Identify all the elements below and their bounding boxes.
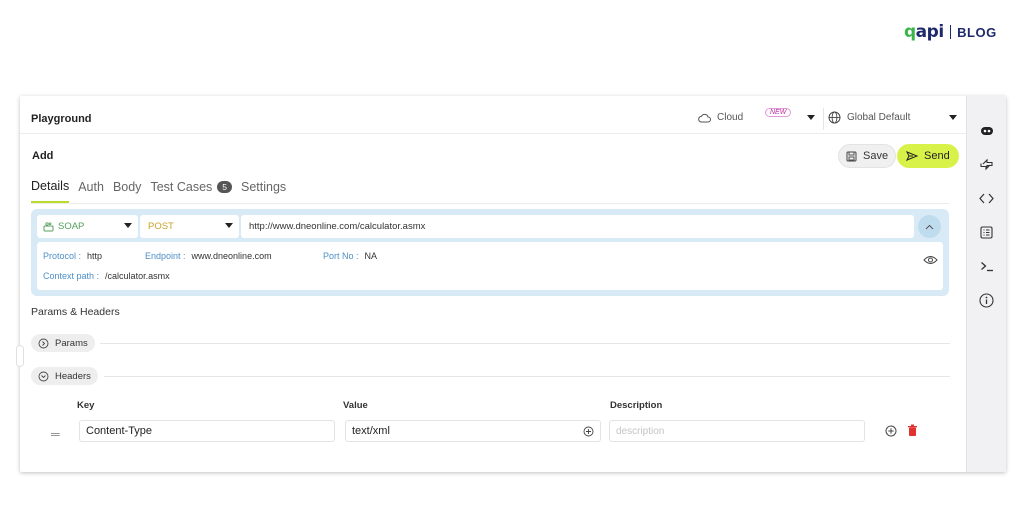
url-panel: SOAP POST http://www.dneonline.com/calcu…: [31, 209, 949, 296]
globe-icon: [828, 111, 841, 124]
environment-dropdown-caret-icon[interactable]: [949, 115, 957, 120]
side-panel-handle[interactable]: [16, 345, 24, 367]
delete-row-icon[interactable]: [907, 424, 918, 437]
header-description-placeholder: description: [616, 425, 665, 437]
protocol-select[interactable]: SOAP: [37, 215, 138, 238]
tab-settings-label: Settings: [241, 180, 287, 194]
url-input[interactable]: http://www.dneonline.com/calculator.asmx: [241, 215, 914, 238]
url-value: http://www.dneonline.com/calculator.asmx: [249, 221, 426, 232]
params-divider: [100, 343, 950, 344]
send-icon: [906, 151, 918, 161]
header-key-input[interactable]: Content-Type: [79, 420, 335, 442]
add-row-icon[interactable]: [885, 425, 897, 437]
drag-handle-icon[interactable]: ═: [51, 427, 60, 441]
tab-settings[interactable]: Settings: [241, 179, 286, 203]
tab-body[interactable]: Body: [113, 179, 142, 203]
headers-label: Headers: [55, 370, 91, 382]
save-label: Save: [863, 150, 889, 162]
protocol-value: SOAP: [58, 221, 85, 232]
port-detail: Port No : NA: [323, 251, 377, 261]
tab-details-label: Details: [31, 179, 70, 193]
port-detail-value: NA: [364, 251, 378, 261]
header-key-value: Content-Type: [86, 425, 153, 437]
collapse-details-button[interactable]: [918, 215, 941, 238]
cloud-icon: [698, 113, 711, 123]
tab-auth-label: Auth: [78, 180, 104, 194]
description-column-header: Description: [610, 400, 663, 411]
send-label: Send: [924, 150, 950, 162]
save-button[interactable]: Save: [838, 144, 897, 168]
right-sidebar: [966, 96, 1006, 472]
headers-divider: [104, 376, 950, 377]
qapi-logo-mark: qapi: [904, 22, 944, 42]
context-path-detail: Context path : /calculator.asmx: [43, 271, 170, 281]
cloud-dropdown-caret-icon[interactable]: [807, 115, 815, 120]
params-label: Params: [55, 337, 88, 349]
request-tabs: Details Auth Body Test Cases 5 Settings: [31, 179, 286, 203]
header-value-input[interactable]: text/xml: [345, 420, 601, 442]
request-title: Add: [32, 150, 54, 162]
save-icon: [846, 151, 857, 161]
endpoint-detail: Endpoint : www.dneonline.com: [145, 251, 272, 261]
app-window: Playground Cloud NEW Global Default Add …: [16, 96, 1006, 472]
params-headers-title: Params & Headers: [31, 306, 120, 318]
new-badge: NEW: [765, 108, 792, 117]
method-value: POST: [148, 221, 174, 232]
method-select[interactable]: POST: [140, 215, 239, 238]
blog-logo: qapi BLOG: [904, 22, 997, 42]
main-panel: Playground Cloud NEW Global Default Add …: [16, 96, 966, 472]
tabs-divider: [31, 203, 949, 204]
header-description-input[interactable]: description: [609, 420, 865, 442]
endpoint-details: Protocol : http Endpoint : www.dneonline.c…: [37, 242, 943, 290]
info-icon[interactable]: [977, 290, 997, 310]
tab-test-cases-label: Test Cases: [150, 180, 213, 194]
eye-icon[interactable]: [923, 255, 938, 265]
value-column-header: Value: [343, 400, 368, 411]
terminal-icon[interactable]: [977, 256, 997, 276]
headers-toggle[interactable]: Headers: [31, 367, 98, 385]
code-icon[interactable]: [977, 188, 997, 208]
endpoint-detail-value: www.dneonline.com: [191, 251, 272, 261]
protocol-detail: Protocol : http: [43, 251, 102, 261]
logo-blog-label: BLOG: [957, 24, 997, 40]
tab-auth[interactable]: Auth: [78, 179, 104, 203]
env-divider: [823, 108, 824, 130]
chevron-up-icon: [925, 224, 934, 229]
test-cases-count-badge: 5: [217, 181, 233, 193]
params-toggle[interactable]: Params: [31, 334, 95, 352]
add-variable-icon[interactable]: [583, 426, 594, 437]
logo-divider: [949, 25, 952, 39]
protocol-detail-value: http: [87, 251, 103, 261]
cloud-selector[interactable]: Cloud: [698, 112, 743, 123]
header-value-value: text/xml: [352, 425, 390, 437]
page-title: Playground: [31, 113, 92, 125]
protocol-detail-label: Protocol :: [43, 251, 82, 261]
context-path-label: Context path :: [43, 271, 100, 281]
endpoint-detail-label: Endpoint :: [145, 251, 186, 261]
port-detail-label: Port No :: [323, 251, 359, 261]
chevron-right-circle-icon: [38, 338, 49, 348]
tab-test-cases[interactable]: Test Cases 5: [150, 179, 233, 203]
send-button[interactable]: Send: [897, 144, 959, 168]
share-icon[interactable]: [977, 154, 997, 174]
bot-icon[interactable]: [977, 120, 997, 140]
top-bar: Playground Cloud NEW Global Default: [20, 106, 966, 134]
soap-icon: [43, 221, 54, 231]
environment-label: Global Default: [847, 112, 911, 123]
method-caret-icon: [225, 223, 233, 228]
chevron-down-circle-icon: [38, 371, 49, 381]
list-icon[interactable]: [977, 222, 997, 242]
tab-body-label: Body: [112, 180, 142, 194]
environment-selector[interactable]: Global Default: [828, 111, 910, 124]
cloud-label: Cloud: [717, 112, 744, 123]
protocol-caret-icon: [124, 223, 132, 228]
key-column-header: Key: [77, 400, 95, 411]
tab-details[interactable]: Details: [31, 179, 70, 203]
context-path-value: /calculator.asmx: [105, 271, 170, 281]
